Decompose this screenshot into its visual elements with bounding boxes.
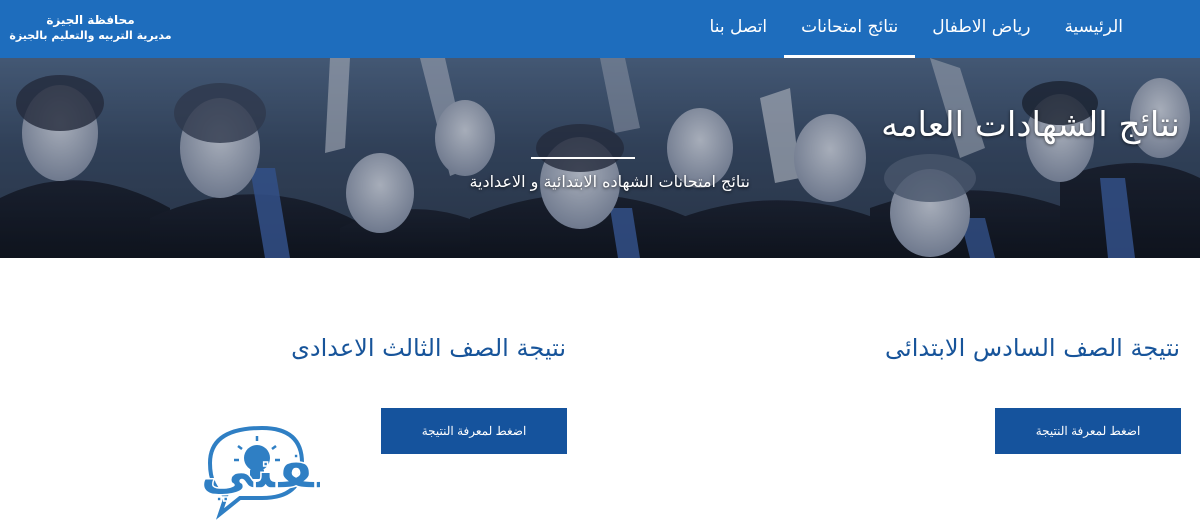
brand-governorate: محافظة الجيزة bbox=[46, 13, 135, 27]
site-brand[interactable]: محافظة الجيزة مديرية التربيه والتعليم با… bbox=[8, 12, 173, 44]
hero-divider bbox=[531, 157, 635, 159]
hero-subtitle: نتائج امتحانات الشهاده الابتدائية و الاع… bbox=[469, 172, 750, 191]
primary-result-title: نتيجة الصف السادس الابتدائى bbox=[885, 334, 1180, 362]
logo-wordmark: ثقفني bbox=[200, 438, 320, 501]
hero-banner: نتائج الشهادات العامه نتائج امتحانات الش… bbox=[0, 58, 1200, 258]
preparatory-result-title: نتيجة الصف الثالث الاعدادى bbox=[291, 334, 566, 362]
hero-title: نتائج الشهادات العامه bbox=[881, 105, 1180, 145]
preparatory-result-button[interactable]: اضغط لمعرفة النتيجة bbox=[381, 408, 567, 454]
top-navbar: الرئيسية رياض الاطفال نتائج امتحانات اتص… bbox=[0, 0, 1200, 58]
nav-link-home[interactable]: الرئيسية bbox=[1047, 0, 1140, 58]
nav-links: الرئيسية رياض الاطفال نتائج امتحانات اتص… bbox=[693, 0, 1140, 58]
brand-directorate: مديرية التربيه والتعليم بالجيزة bbox=[9, 29, 172, 42]
watermark-logo: ثقفني bbox=[0, 418, 375, 526]
nav-link-contact[interactable]: اتصل بنا bbox=[693, 0, 785, 58]
primary-result-button[interactable]: اضغط لمعرفة النتيجة bbox=[995, 408, 1181, 454]
nav-link-kindergarten[interactable]: رياض الاطفال bbox=[915, 0, 1047, 58]
nav-link-exam-results[interactable]: نتائج امتحانات bbox=[784, 0, 916, 58]
